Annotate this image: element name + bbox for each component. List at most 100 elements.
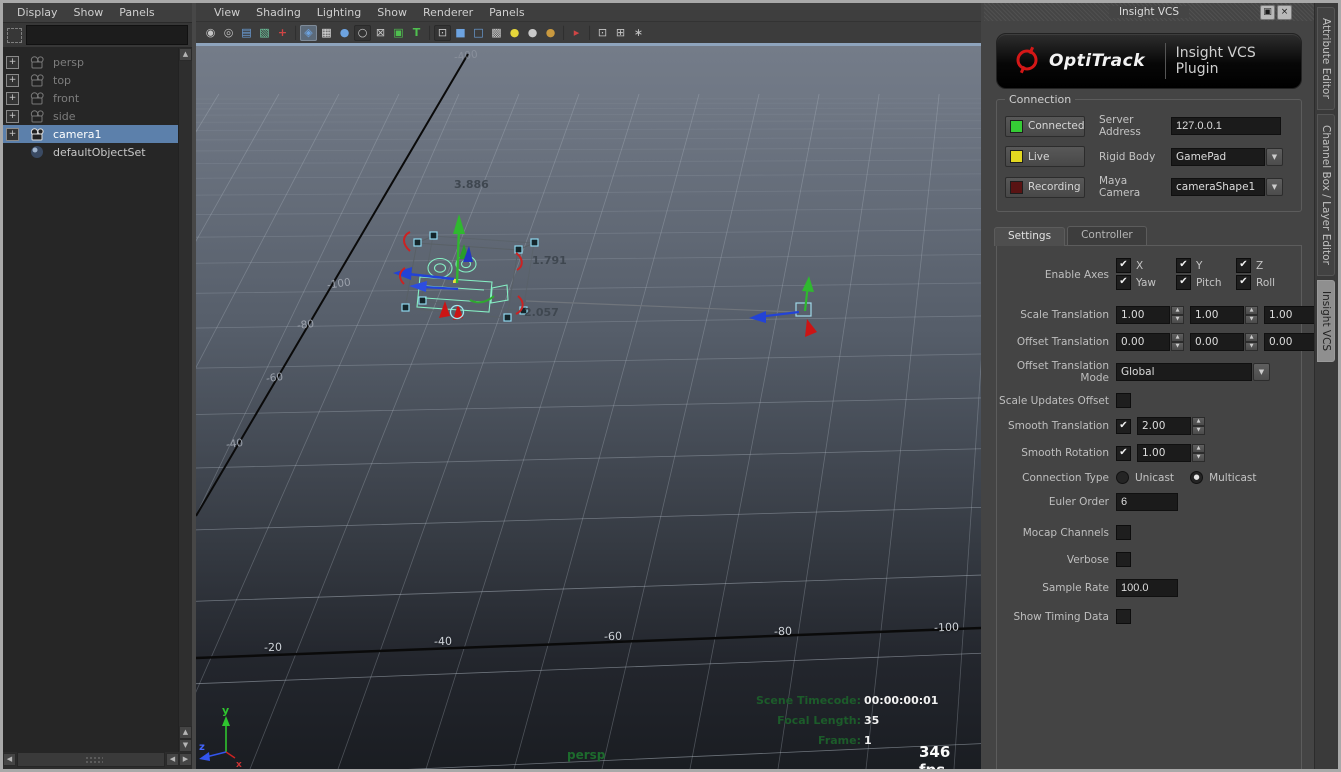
menu-lighting[interactable]: Lighting xyxy=(309,4,369,21)
viewport-canvas[interactable]: y z x -20 -40 -60 -80 -100 -40 -60 -80 -… xyxy=(196,46,981,769)
all-lights-icon[interactable]: ■ xyxy=(452,25,469,41)
spin-up-icon[interactable]: ▲ xyxy=(1245,333,1258,342)
frame-icon[interactable]: ⊞ xyxy=(612,25,629,41)
bookmarks-icon[interactable]: ▤ xyxy=(238,25,255,41)
tab-insight-vcs[interactable]: Insight VCS xyxy=(1317,280,1335,362)
image-plane-icon[interactable]: ▧ xyxy=(256,25,273,41)
maya-camera-dropdown[interactable]: cameraShape1 ▼ xyxy=(1171,178,1283,196)
tree-row-top[interactable]: + top xyxy=(3,71,179,89)
spin-up-icon[interactable]: ▲ xyxy=(1192,417,1205,426)
expander-icon[interactable]: + xyxy=(6,110,19,123)
isolate-select-icon[interactable]: ⊡ xyxy=(594,25,611,41)
scroll-track[interactable] xyxy=(17,752,165,767)
server-address-input[interactable] xyxy=(1171,117,1281,135)
chevron-down-icon[interactable]: ▼ xyxy=(1253,363,1270,381)
axis-roll-checkbox[interactable]: ✔Roll xyxy=(1236,275,1296,290)
select-tool-icon[interactable]: ▸ xyxy=(568,25,585,41)
axis-pitch-checkbox[interactable]: ✔Pitch xyxy=(1176,275,1236,290)
spin-down-icon[interactable]: ▼ xyxy=(1245,342,1258,351)
menu-show[interactable]: Show xyxy=(369,4,415,21)
axis-x-checkbox[interactable]: ✔X xyxy=(1116,258,1176,273)
scroll-left-icon[interactable]: ◀ xyxy=(166,753,179,766)
expander-icon[interactable]: + xyxy=(6,56,19,69)
menu-panels[interactable]: Panels xyxy=(111,4,162,21)
tab-channel-box[interactable]: Channel Box / Layer Editor xyxy=(1317,114,1335,276)
tree-row-front[interactable]: + front xyxy=(3,89,179,107)
menu-renderer[interactable]: Renderer xyxy=(415,4,481,21)
smooth-rotation-spinner[interactable]: 1.00▲▼ xyxy=(1137,444,1205,462)
scroll-left-icon[interactable]: ◀ xyxy=(3,753,16,766)
scale-x-spinner[interactable]: 1.00▲▼ xyxy=(1116,306,1184,324)
euler-order-input[interactable] xyxy=(1116,493,1178,511)
select-camera-icon[interactable]: ◉ xyxy=(202,25,219,41)
tree-row-camera1[interactable]: + camera1 xyxy=(3,125,179,143)
2d-pan-zoom-icon[interactable]: + xyxy=(274,25,291,41)
unicast-radio[interactable]: Unicast xyxy=(1116,471,1174,484)
scroll-down-icon[interactable]: ▼ xyxy=(179,739,192,752)
flat-shade-icon[interactable]: ○ xyxy=(354,25,371,41)
default-material-icon[interactable]: ▣ xyxy=(390,25,407,41)
spin-down-icon[interactable]: ▼ xyxy=(1245,315,1258,324)
scroll-grip[interactable] xyxy=(85,756,103,763)
spin-up-icon[interactable]: ▲ xyxy=(1171,333,1184,342)
rigid-body-dropdown[interactable]: GamePad ▼ xyxy=(1171,148,1283,166)
flat-lighting-icon[interactable]: □ xyxy=(470,25,487,41)
multicast-radio[interactable]: ●Multicast xyxy=(1190,471,1256,484)
recording-button[interactable]: Recording xyxy=(1005,177,1085,198)
tab-attribute-editor[interactable]: Attribute Editor xyxy=(1317,7,1335,110)
verbose-checkbox[interactable] xyxy=(1116,552,1131,567)
menu-shading[interactable]: Shading xyxy=(248,4,309,21)
light-yellow-icon[interactable]: ● xyxy=(506,25,523,41)
live-button[interactable]: Live xyxy=(1005,146,1085,167)
spin-down-icon[interactable]: ▼ xyxy=(1171,342,1184,351)
outliner-horizontal-scrollbar[interactable]: ◀ ◀ ▶ xyxy=(3,752,192,767)
default-lighting-icon[interactable]: ⊡ xyxy=(434,25,451,41)
smooth-translation-spinner[interactable]: 2.00▲▼ xyxy=(1137,417,1205,435)
chevron-down-icon[interactable]: ▼ xyxy=(1266,148,1283,166)
offset-mode-dropdown[interactable]: Global ▼ xyxy=(1116,363,1270,381)
chevron-down-icon[interactable]: ▼ xyxy=(1266,178,1283,196)
expander-icon[interactable]: + xyxy=(6,92,19,105)
wireframe-on-shaded-icon[interactable]: ◈ xyxy=(300,25,317,41)
tree-row-persp[interactable]: + persp xyxy=(3,53,179,71)
smooth-shade-icon[interactable]: ● xyxy=(336,25,353,41)
spin-up-icon[interactable]: ▲ xyxy=(1245,306,1258,315)
menu-display[interactable]: Display xyxy=(9,4,66,21)
scroll-up-icon[interactable]: ▲ xyxy=(179,726,192,739)
camera-attributes-icon[interactable]: ◎ xyxy=(220,25,237,41)
spin-up-icon[interactable]: ▲ xyxy=(1171,306,1184,315)
tree-row-defaultobjectset[interactable]: defaultObjectSet xyxy=(3,143,179,161)
panel-titlebar[interactable]: Insight VCS ▣ × xyxy=(984,3,1314,21)
axis-z-checkbox[interactable]: ✔Z xyxy=(1236,258,1296,273)
scale-y-spinner[interactable]: 1.00▲▼ xyxy=(1190,306,1258,324)
outliner-search-input[interactable] xyxy=(26,25,188,45)
scroll-up-icon[interactable]: ▲ xyxy=(179,48,192,61)
menu-view[interactable]: View xyxy=(206,4,248,21)
sample-rate-input[interactable] xyxy=(1116,579,1178,597)
spin-down-icon[interactable]: ▼ xyxy=(1192,453,1205,462)
menu-show[interactable]: Show xyxy=(66,4,112,21)
light-gold-icon[interactable]: ● xyxy=(542,25,559,41)
smooth-rotation-checkbox[interactable]: ✔ xyxy=(1116,446,1131,461)
uv-texture-icon[interactable]: ▦ xyxy=(318,25,335,41)
shadows-icon[interactable]: ▩ xyxy=(488,25,505,41)
expander-icon[interactable]: + xyxy=(6,74,19,87)
spin-up-icon[interactable]: ▲ xyxy=(1192,444,1205,453)
outliner-vertical-scrollbar[interactable]: ▲ ▲ ▼ xyxy=(178,48,192,752)
scale-updates-offset-checkbox[interactable] xyxy=(1116,393,1131,408)
offset-x-spinner[interactable]: 0.00▲▼ xyxy=(1116,333,1184,351)
smooth-translation-checkbox[interactable]: ✔ xyxy=(1116,419,1131,434)
textured-mode-icon[interactable]: T xyxy=(408,25,425,41)
connected-button[interactable]: Connected xyxy=(1005,116,1085,137)
light-silver-icon[interactable]: ● xyxy=(524,25,541,41)
tree-row-side[interactable]: + side xyxy=(3,107,179,125)
close-icon[interactable]: × xyxy=(1277,5,1292,20)
restore-icon[interactable]: ▣ xyxy=(1260,5,1275,20)
spin-down-icon[interactable]: ▼ xyxy=(1192,426,1205,435)
offset-y-spinner[interactable]: 0.00▲▼ xyxy=(1190,333,1258,351)
scroll-right-icon[interactable]: ▶ xyxy=(179,753,192,766)
filter-icon[interactable] xyxy=(7,28,22,43)
spin-down-icon[interactable]: ▼ xyxy=(1171,315,1184,324)
show-timing-checkbox[interactable] xyxy=(1116,609,1131,624)
expander-icon[interactable]: + xyxy=(6,128,19,141)
